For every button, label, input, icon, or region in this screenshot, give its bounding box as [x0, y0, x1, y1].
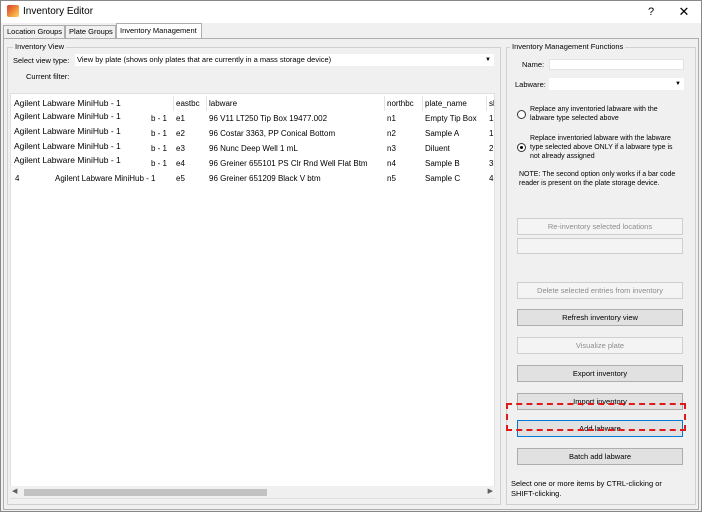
name-label: Name:: [522, 60, 545, 69]
name-input[interactable]: [549, 59, 684, 70]
scrollbar-thumb[interactable]: [24, 489, 267, 496]
labware-label: Labware:: [515, 80, 546, 89]
table-row[interactable]: b - 1 e4 96 Greiner 655101 PS Clr Rnd We…: [11, 154, 493, 171]
cell-sl: 4: [489, 174, 494, 183]
view-type-label: Select view type:: [13, 56, 70, 65]
delete-entries-button[interactable]: Delete selected entries from inventory: [517, 282, 683, 299]
chevron-down-icon: ▼: [675, 81, 681, 87]
cell-labware: 96 Nunc Deep Well 1 mL: [209, 144, 298, 153]
inventory-management-panel: Inventory View Select view type: View by…: [3, 38, 699, 510]
cell-eastbc: e2: [176, 129, 185, 138]
cell-location: b - 1: [151, 144, 168, 153]
radio-replace-only[interactable]: [517, 143, 526, 152]
title-bar: Inventory Editor ? ✕: [1, 1, 701, 23]
radio-replace-any[interactable]: [517, 110, 526, 119]
current-filter-label: Current filter:: [26, 72, 70, 81]
table-row[interactable]: b - 1 e1 96 V11 LT250 Tip Box 19477.002 …: [11, 110, 493, 126]
functions-title: Inventory Management Functions: [510, 42, 626, 51]
cell-eastbc: e5: [176, 174, 185, 183]
inventory-editor-window: Inventory Editor ? ✕ Location Groups Pla…: [0, 0, 702, 512]
cell-plate-name: Sample C: [425, 174, 461, 183]
column-header-plate-name[interactable]: plate_name: [423, 96, 487, 111]
cell-eastbc: e3: [176, 144, 185, 153]
view-type-value: View by plate (shows only plates that ar…: [77, 55, 332, 64]
column-header-northbc[interactable]: northbc: [385, 96, 423, 111]
table-row[interactable]: 4 Agilent Labware MiniHub - 1 e5 96 Grei…: [11, 171, 493, 186]
inventory-view-title: Inventory View: [13, 42, 67, 51]
tab-plate-groups[interactable]: Plate Groups: [65, 25, 116, 39]
window-title: Inventory Editor: [23, 6, 94, 17]
reinventory-progress: [517, 238, 683, 254]
cell-plate-name: Empty Tip Box: [425, 114, 477, 123]
refresh-inventory-button[interactable]: Refresh inventory view: [517, 309, 683, 326]
selection-hint: Select one or more items by CTRL-clickin…: [511, 479, 662, 498]
radio-replace-only-label: Replace inventoried labware with the lab…: [530, 135, 673, 160]
batch-add-labware-button[interactable]: Batch add labware: [517, 448, 683, 465]
cell-northbc: n1: [387, 114, 396, 123]
cell-location: b - 1: [151, 159, 168, 168]
cell-index: 4: [15, 174, 20, 183]
cell-sl: 1: [489, 129, 494, 138]
close-icon[interactable]: ✕: [673, 3, 695, 21]
chevron-down-icon: ▼: [485, 57, 491, 63]
row-name-overlay: Agilent Labware MiniHub - 1: [14, 110, 129, 123]
cell-labware: 96 Greiner 655101 PS Clr Rnd Well Flat B…: [209, 159, 368, 168]
row-name-overlay: Agilent Labware MiniHub - 1: [14, 154, 129, 167]
cell-eastbc: e1: [176, 114, 185, 123]
bar-code-note: NOTE: The second option only works if a …: [519, 171, 676, 187]
view-type-select[interactable]: View by plate (shows only plates that ar…: [75, 54, 494, 66]
cell-labware: 96 Greiner 651209 Black V btm: [209, 174, 321, 183]
cell-location: b - 1: [151, 129, 168, 138]
cell-sl: 3: [489, 159, 494, 168]
inventory-grid[interactable]: eastbc labware northbc plate_name sl Agi…: [10, 93, 495, 499]
cell-labware: 96 Costar 3363, PP Conical Bottom: [209, 129, 336, 138]
tab-inventory-management[interactable]: Inventory Management: [116, 23, 202, 39]
row-name-overlay: Agilent Labware MiniHub - 1: [14, 140, 129, 153]
cell-eastbc: e4: [176, 159, 185, 168]
horizontal-scrollbar[interactable]: ◀ ▶: [10, 486, 495, 498]
column-header-labware[interactable]: labware: [207, 96, 385, 111]
highlight-box: [506, 403, 686, 431]
column-header-sl[interactable]: sl: [487, 96, 494, 111]
cell-location: b - 1: [151, 114, 168, 123]
cell-location: Agilent Labware MiniHub - 1: [55, 174, 156, 183]
row-name-overlay: Agilent Labware MiniHub - 1: [14, 125, 129, 138]
column-header-eastbc[interactable]: eastbc: [174, 96, 207, 111]
cell-northbc: n5: [387, 174, 396, 183]
cell-sl: 1: [489, 114, 494, 123]
cell-northbc: n3: [387, 144, 396, 153]
tab-location-groups[interactable]: Location Groups: [3, 25, 65, 39]
labware-select[interactable]: ▼: [549, 78, 684, 90]
cell-northbc: n4: [387, 159, 396, 168]
cell-plate-name: Sample B: [425, 159, 460, 168]
export-inventory-button[interactable]: Export inventory: [517, 365, 683, 382]
cell-labware: 96 V11 LT250 Tip Box 19477.002: [209, 114, 328, 123]
cell-northbc: n2: [387, 129, 396, 138]
help-button[interactable]: ?: [641, 3, 661, 21]
header-name-overlay: Agilent Labware MiniHub - 1: [14, 97, 129, 110]
cell-plate-name: Diluent: [425, 144, 450, 153]
visualize-plate-button[interactable]: Visualize plate: [517, 337, 683, 354]
radio-replace-any-label: Replace any inventoried labware with the…: [530, 106, 658, 122]
reinventory-button[interactable]: Re-inventory selected locations: [517, 218, 683, 235]
scroll-left-icon[interactable]: ◀: [12, 487, 17, 495]
table-row[interactable]: b - 1 e2 96 Costar 3363, PP Conical Bott…: [11, 125, 493, 141]
cell-plate-name: Sample A: [425, 129, 460, 138]
inventory-app-icon: [7, 5, 19, 17]
cell-sl: 2: [489, 144, 494, 153]
scroll-right-icon[interactable]: ▶: [488, 487, 493, 495]
